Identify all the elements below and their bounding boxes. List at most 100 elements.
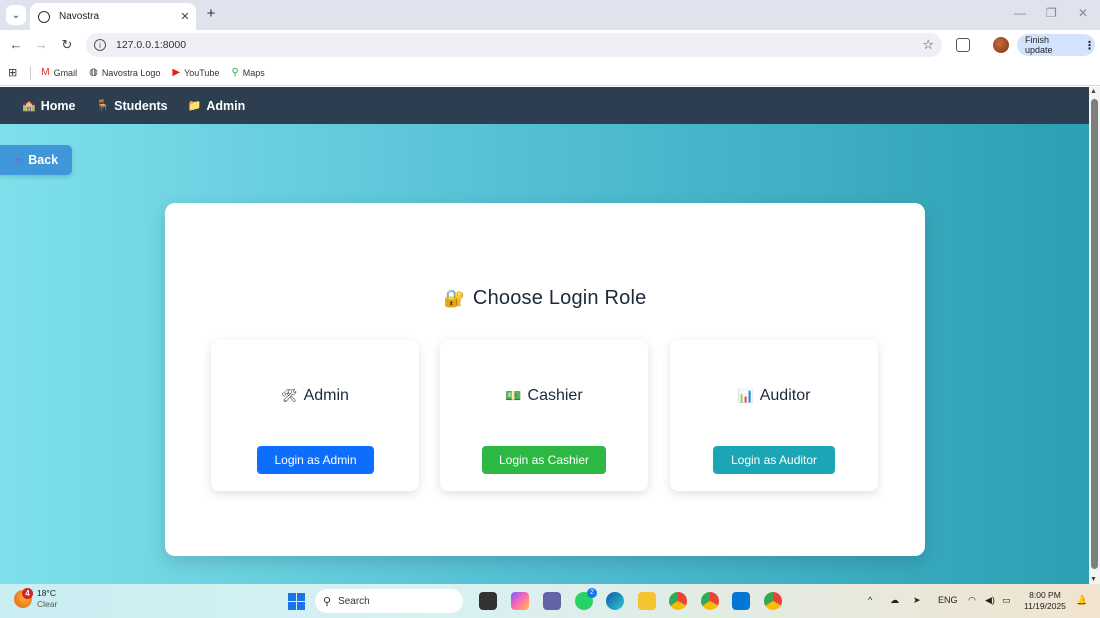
weather-temp: 18°C bbox=[37, 588, 56, 598]
url-text[interactable]: 127.0.0.1:8000 bbox=[116, 39, 922, 51]
battery-icon[interactable]: ▭ bbox=[1002, 595, 1011, 606]
bookmarks-bar: ⊞ M Gmail ◍ Navostra Logo ▶ YouTube ⚲ Maps bbox=[0, 60, 1100, 86]
reload-icon[interactable]: ↻ bbox=[59, 37, 75, 53]
terminal-icon[interactable] bbox=[479, 592, 497, 610]
notification-bell-icon[interactable]: 🔔 bbox=[1076, 595, 1087, 606]
site-info-icon[interactable]: i bbox=[94, 39, 106, 51]
scrollbar-thumb[interactable] bbox=[1091, 99, 1098, 569]
bookmark-label: YouTube bbox=[184, 67, 220, 78]
close-window-icon[interactable]: ✕ bbox=[1078, 6, 1088, 20]
teams-icon[interactable] bbox=[543, 592, 561, 610]
page-title-text: Choose Login Role bbox=[472, 287, 647, 309]
bookmark-gmail[interactable]: M Gmail bbox=[41, 67, 77, 78]
close-tab-icon[interactable]: ✕ bbox=[174, 10, 196, 23]
nav-label: Students bbox=[114, 98, 168, 113]
taskbar-clock[interactable]: 8:00 PM 11/19/2025 bbox=[1024, 590, 1066, 612]
chrome-profile-icon[interactable] bbox=[764, 592, 782, 610]
role-name-text: Cashier bbox=[527, 387, 583, 404]
role-name: 📊 Auditor bbox=[670, 387, 878, 405]
whatsapp-badge: 2 bbox=[587, 588, 597, 598]
vscode-icon[interactable] bbox=[732, 592, 750, 610]
new-tab-icon[interactable]: + bbox=[202, 5, 220, 23]
restore-icon[interactable]: ❐ bbox=[1046, 6, 1057, 20]
lock-icon: 🔐 bbox=[443, 289, 465, 308]
divider bbox=[30, 65, 32, 80]
role-name: 🛠 Admin bbox=[211, 387, 419, 405]
bookmark-star-icon[interactable]: ☆ bbox=[922, 37, 934, 53]
tools-icon: 🛠 bbox=[281, 388, 298, 403]
back-button[interactable]: ⇦ Back bbox=[0, 145, 72, 175]
role-name-text: Auditor bbox=[759, 387, 811, 404]
nav-item-home[interactable]: 🏫 Home bbox=[22, 99, 75, 113]
weather-widget[interactable]: 4 18°C Clear bbox=[14, 588, 57, 610]
browser-tab[interactable]: Navostra ✕ bbox=[30, 3, 196, 30]
bookmark-label: Maps bbox=[242, 67, 265, 78]
file-explorer-icon[interactable] bbox=[638, 592, 656, 610]
back-arrow-icon[interactable]: ← bbox=[8, 37, 24, 53]
bar-chart-icon: 📊 bbox=[737, 388, 754, 403]
weather-sun-icon: 4 bbox=[14, 588, 33, 608]
bookmark-label: Navostra Logo bbox=[101, 67, 161, 78]
login-role-card: 🔐 Choose Login Role 🛠 Admin Login as Admin… bbox=[165, 203, 925, 556]
whatsapp-icon[interactable]: 2 bbox=[575, 588, 597, 610]
windows-start-icon[interactable] bbox=[288, 593, 305, 610]
browser-toolbar: ← → ↻ i 127.0.0.1:8000 ☆ Finish update ⋮ bbox=[0, 30, 1100, 60]
apps-grid-icon[interactable]: ⊞ bbox=[8, 66, 17, 79]
minimize-icon[interactable]: — bbox=[1014, 6, 1026, 20]
tab-search-icon[interactable]: ⌄ bbox=[6, 5, 26, 25]
back-button-label: Back bbox=[28, 153, 59, 167]
site-navbar: 🏫 Home 🪑 Students 📁 Admin bbox=[0, 87, 1089, 124]
bookmark-maps[interactable]: ⚲ Maps bbox=[231, 67, 264, 78]
maps-icon: ⚲ bbox=[231, 67, 239, 78]
chevron-up-icon[interactable]: ^ bbox=[868, 595, 872, 605]
nav-label: Home bbox=[40, 98, 76, 113]
browser-tab-strip: ⌄ Navostra ✕ + — ❐ ✕ bbox=[0, 0, 1100, 30]
role-card-auditor: 📊 Auditor Login as Auditor bbox=[670, 340, 878, 491]
login-as-auditor-button[interactable]: Login as Auditor bbox=[713, 446, 835, 474]
login-as-admin-button[interactable]: Login as Admin bbox=[257, 446, 374, 474]
money-icon: 💵 bbox=[505, 388, 522, 403]
bookmark-label: Gmail bbox=[53, 67, 78, 78]
scroll-down-icon[interactable]: ▼ bbox=[1090, 576, 1097, 583]
chrome-profile-icon[interactable] bbox=[701, 592, 719, 610]
location-icon[interactable]: ➤ bbox=[913, 595, 921, 606]
search-icon: ⚲ bbox=[323, 595, 332, 608]
weather-badge: 4 bbox=[22, 588, 33, 599]
taskbar-search-label: Search bbox=[338, 595, 370, 607]
windows-taskbar: 4 18°C Clear ⚲ Search 2 ^ ☁ ➤ ENG ◠ ◀) ▭ … bbox=[0, 584, 1100, 618]
nav-item-admin[interactable]: 📁 Admin bbox=[188, 99, 246, 113]
gmail-icon: M bbox=[41, 67, 50, 78]
taskbar-search[interactable]: ⚲ Search bbox=[315, 589, 463, 613]
chrome-icon[interactable] bbox=[669, 592, 687, 610]
globe-icon: ◍ bbox=[89, 67, 98, 78]
nav-label: Admin bbox=[206, 98, 246, 113]
finish-update-button[interactable]: Finish update ⋮ bbox=[1017, 34, 1095, 56]
role-name: 💵 Cashier bbox=[440, 387, 648, 405]
page-viewport: 🏫 Home 🪑 Students 📁 Admin ⇦ Back 🔐 Choose Lo… bbox=[0, 87, 1089, 584]
forward-arrow-icon[interactable]: → bbox=[33, 37, 49, 53]
login-as-cashier-button[interactable]: Login as Cashier bbox=[482, 446, 606, 474]
weather-desc: Clear bbox=[37, 599, 58, 609]
copilot-icon[interactable] bbox=[511, 592, 529, 610]
menu-dots-icon: ⋮ bbox=[1084, 39, 1095, 52]
role-name-text: Admin bbox=[303, 387, 349, 404]
nav-item-students[interactable]: 🪑 Students bbox=[95, 99, 167, 113]
role-card-cashier: 💵 Cashier Login as Cashier bbox=[440, 340, 648, 491]
onedrive-icon[interactable]: ☁ bbox=[890, 595, 899, 606]
bookmark-youtube[interactable]: ▶ YouTube bbox=[172, 67, 219, 78]
wifi-icon[interactable]: ◠ bbox=[968, 595, 976, 606]
edge-icon[interactable] bbox=[606, 592, 624, 610]
tab-title: Navostra bbox=[59, 11, 100, 22]
chair-icon: 🪑 bbox=[95, 100, 110, 112]
profile-avatar[interactable] bbox=[993, 37, 1009, 53]
volume-icon[interactable]: ◀) bbox=[985, 595, 995, 606]
language-indicator[interactable]: ENG bbox=[938, 595, 958, 605]
school-icon: 🏫 bbox=[22, 100, 36, 112]
youtube-icon: ▶ bbox=[172, 67, 181, 78]
address-bar[interactable]: i 127.0.0.1:8000 ☆ bbox=[86, 33, 942, 57]
page-scrollbar[interactable]: ▲ ▼ bbox=[1089, 87, 1100, 584]
bookmark-navostra-logo[interactable]: ◍ Navostra Logo bbox=[89, 67, 160, 78]
globe-icon bbox=[38, 10, 50, 23]
scroll-up-icon[interactable]: ▲ bbox=[1090, 88, 1097, 95]
extensions-icon[interactable] bbox=[956, 38, 970, 52]
